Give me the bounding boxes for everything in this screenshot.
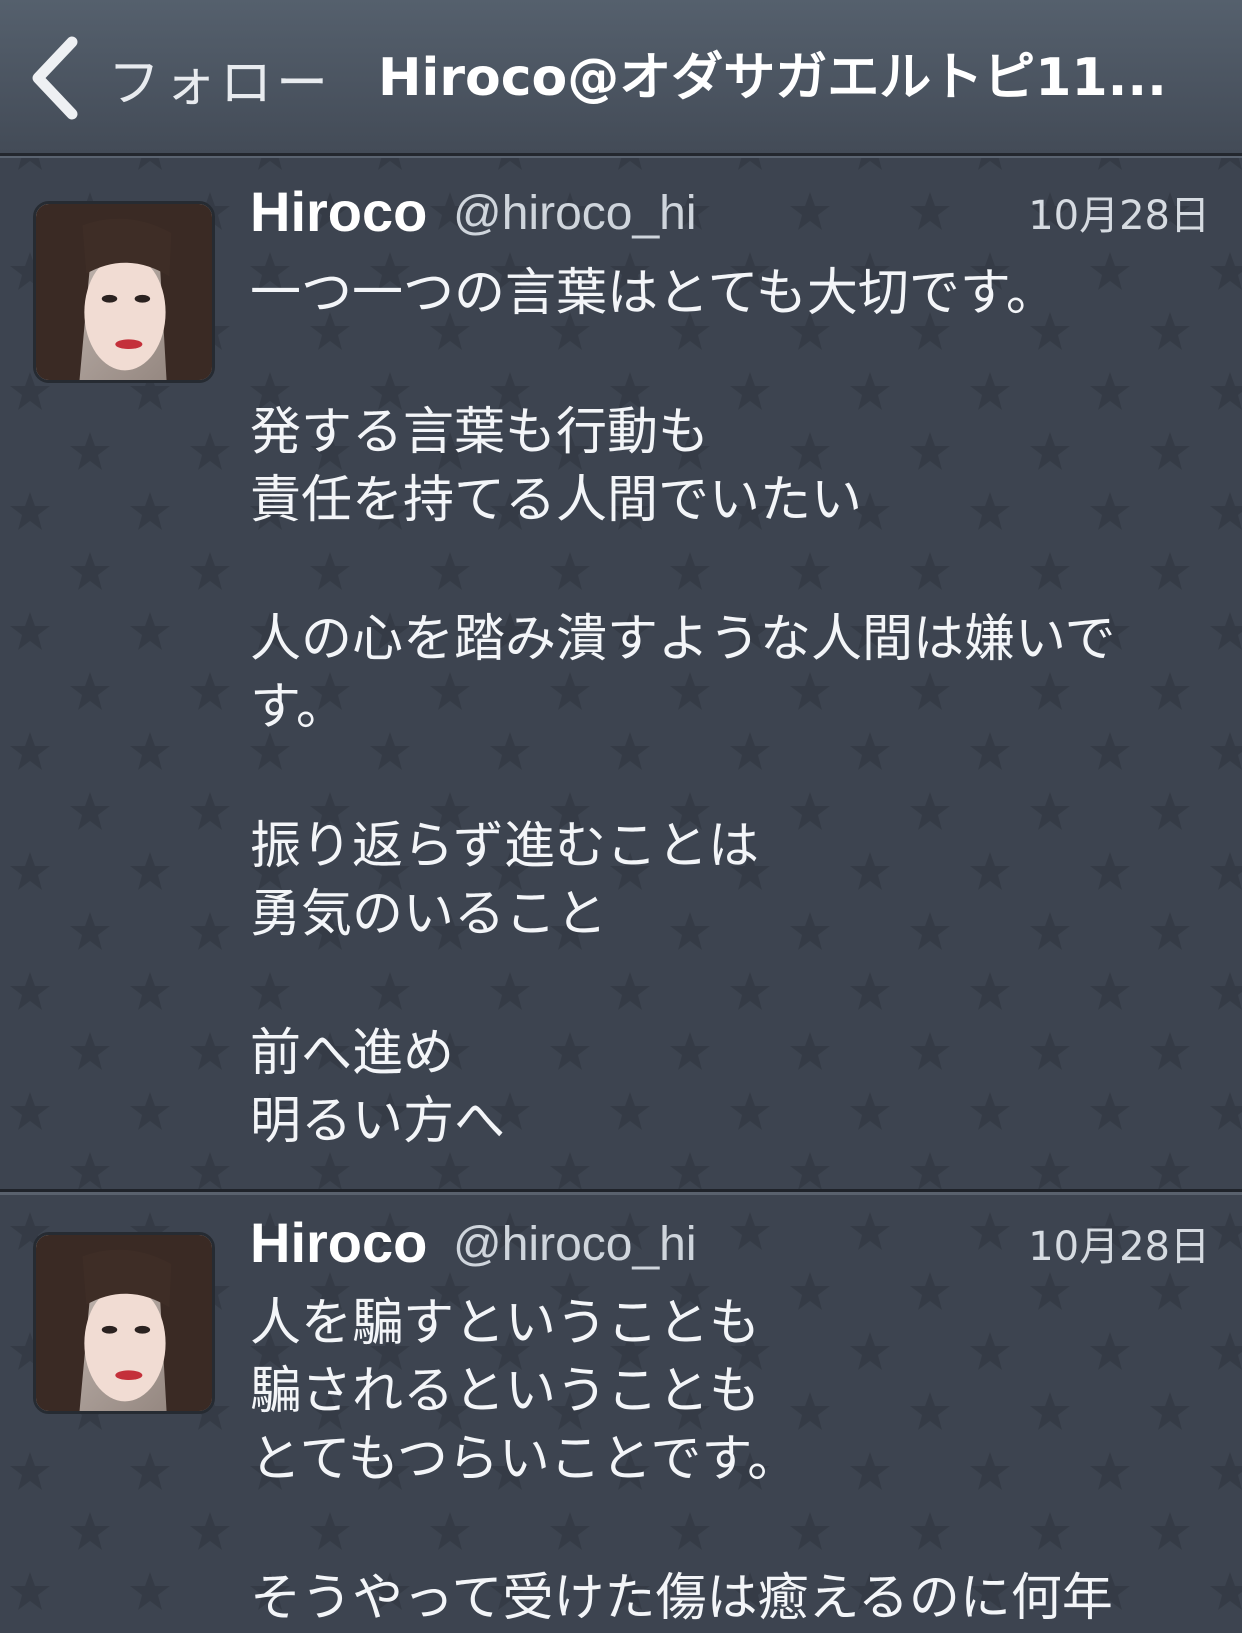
tweet-line: 騙されるということも — [250, 1362, 761, 1421]
back-button[interactable]: フォロー — [28, 28, 368, 128]
back-button-label: フォロー — [108, 53, 333, 114]
avatar[interactable] — [33, 1232, 215, 1414]
author-name[interactable]: Hiroco — [250, 177, 427, 247]
tweet-line: 人の心を踏み潰すような人間は嫌いで — [250, 610, 1116, 669]
page-title: Hiroco@オダサガエルトピ11... — [378, 48, 1167, 108]
tweet[interactable]: Hiroco @hiroco_hi 10月28日 一つ一つの言葉はとても大切です… — [0, 159, 1242, 1189]
avatar-photo — [36, 1235, 212, 1411]
author-handle[interactable]: @hiroco_hi — [453, 1210, 697, 1280]
navigation-bar: フォロー Hiroco@オダサガエルトピ11... — [0, 0, 1242, 156]
tweet-header: Hiroco @hiroco_hi 10月28日 — [250, 177, 1210, 247]
author-name[interactable]: Hiroco — [250, 1208, 427, 1278]
tweet-line: 発する言葉も行動も — [250, 403, 710, 462]
tweet-line: 明るい方へ — [250, 1092, 506, 1151]
tweet-divider — [0, 1189, 1242, 1192]
tweet-text: 一つ一つの言葉はとても大切です。 発する言葉も行動も 責任を持てる人間でいたい … — [250, 260, 1200, 1156]
tweet-line: そうやって受けた傷は癒えるのに何年 — [250, 1569, 1113, 1628]
tweet-line: とてもつらいことです。 — [250, 1430, 799, 1489]
tweet-line: 一つ一つの言葉はとても大切です。 — [250, 264, 1057, 323]
tweet-line: 振り返らず進むことは — [250, 817, 759, 876]
avatar[interactable] — [33, 201, 215, 383]
tweet-line: 前へ進め — [250, 1024, 455, 1083]
tweet-line: 責任を持てる人間でいたい — [250, 471, 863, 530]
tweet-date: 10月28日 — [1028, 1224, 1210, 1270]
tweet-line: す。 — [250, 678, 347, 737]
author-handle[interactable]: @hiroco_hi — [453, 179, 697, 249]
tweet-line: 勇気のいること — [250, 885, 608, 944]
tweet-text: 人を騙すということも 騙されるということも とてもつらいことです。 そうやって受… — [250, 1290, 1200, 1633]
tweet-header: Hiroco @hiroco_hi 10月28日 — [250, 1208, 1210, 1278]
avatar-photo — [36, 204, 212, 380]
tweet-date: 10月28日 — [1028, 193, 1210, 239]
chevron-left-icon — [32, 36, 78, 120]
tweet-line: 人を騙すということも — [250, 1294, 761, 1353]
tweet[interactable]: Hiroco @hiroco_hi 10月28日 人を騙すということも 騙される… — [0, 1192, 1242, 1628]
